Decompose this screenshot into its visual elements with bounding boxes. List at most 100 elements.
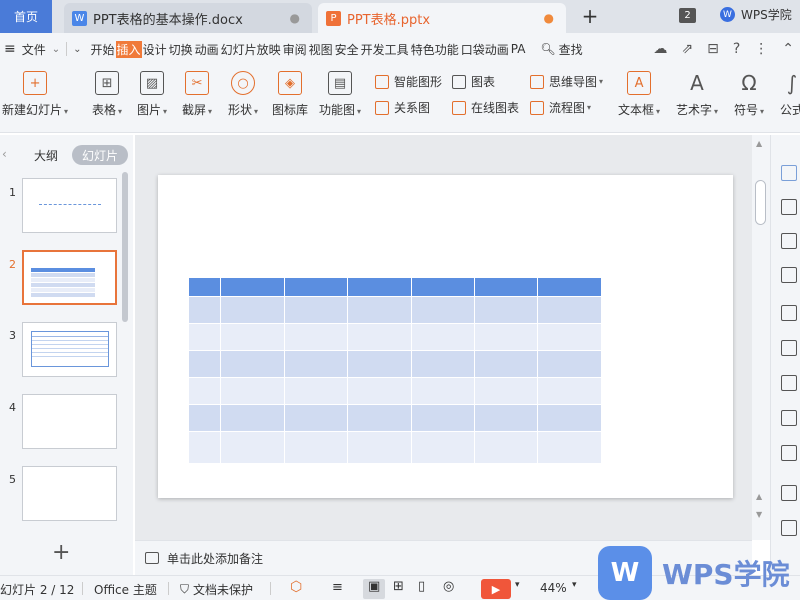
tab-modified-dot-icon[interactable]: ● [544,11,554,25]
table-cell[interactable] [411,349,476,377]
protection-status[interactable]: ⛉ 文档未保护 [180,581,253,598]
play-options-chevron-icon[interactable]: ▾ [515,580,520,590]
theme-name[interactable]: Office 主题 [94,581,157,598]
normal-view-icon[interactable]: ▣ [368,579,380,594]
table-cell[interactable] [347,322,412,350]
table-cell[interactable] [347,376,412,404]
table-cell[interactable] [537,430,602,463]
table-cell[interactable] [284,295,349,323]
table-header-cell[interactable] [189,278,222,296]
slide-thumbnail-1[interactable] [22,178,117,233]
canvas-vertical-scrollbar[interactable]: ▲ ▲ ▼ [752,135,770,540]
screenshot-button[interactable]: ✂ 截屏 ▾ [182,71,212,118]
table-header-cell[interactable] [411,278,476,296]
online-chart-button[interactable]: 在线图表 [452,99,519,116]
tab-1[interactable]: 插入 [115,40,142,58]
table-cell[interactable] [284,349,349,377]
shape-button[interactable]: ○ 形状 ▾ [228,71,258,118]
tab-unsaved-dot-icon[interactable]: ● [290,11,300,25]
collapse-panel-icon[interactable]: ‹ [2,147,7,161]
tab-12[interactable]: PA [510,42,527,56]
chart-icon[interactable] [781,305,797,321]
slide-thumbnail-4[interactable] [22,394,117,449]
tab-slides[interactable]: 幻灯片 [72,145,128,165]
formula-button[interactable]: ∫ 公式 [780,71,800,118]
collaborate-icon[interactable]: ⊟ [707,41,719,57]
table-cell[interactable] [474,376,539,404]
search-menu[interactable]: 🔍︎ 查找 [540,41,582,58]
table-cell[interactable] [189,295,222,323]
table-cell[interactable] [284,430,349,463]
home-tab[interactable]: 首页 [0,0,52,33]
file-menu[interactable]: ≡ 文件 ⌄ [0,41,60,58]
flow-chart-button[interactable]: 流程图 ▾ [530,99,591,116]
table-style-icon[interactable] [781,233,797,249]
slide-table[interactable] [189,278,602,463]
play-slideshow-button[interactable]: ▶ [481,579,511,599]
table-cell[interactable] [537,322,602,350]
tab-0[interactable]: 开始 [90,41,116,58]
relation-chart-button[interactable]: 关系图 [375,99,430,116]
window-count-badge[interactable]: 2 [679,8,696,23]
tab-5[interactable]: 幻灯片放映 [220,41,282,58]
table-cell[interactable] [411,322,476,350]
zoom-chevron-icon[interactable]: ▾ [572,580,577,590]
wps-academy-account[interactable]: W WPS学院 [720,6,792,23]
table-cell[interactable] [537,349,602,377]
zoom-level[interactable]: 44% [540,581,567,595]
table-cell[interactable] [220,403,285,431]
help-icon[interactable]: ? [733,41,740,57]
table-button[interactable]: ⊞ 表格 ▾ [92,71,122,118]
more-icon[interactable]: ⋮ [754,41,768,57]
image-icon[interactable] [781,485,797,501]
table-cell[interactable] [347,403,412,431]
notes-toggle-icon[interactable]: ≡ [332,580,343,595]
tab-11[interactable]: 口袋动画 [460,41,510,58]
tab-10[interactable]: 特色功能 [410,41,460,58]
export-icon[interactable] [781,410,797,426]
function-chart-button[interactable]: ▤ 功能图 ▾ [319,71,361,118]
table-header-cell[interactable] [474,278,539,296]
tab-4[interactable]: 动画 [194,41,220,58]
table-cell[interactable] [284,322,349,350]
table-cell[interactable] [347,295,412,323]
chart-button[interactable]: 图表 [452,73,495,90]
reading-view-icon[interactable]: ▯ [418,579,425,594]
table-cell[interactable] [474,295,539,323]
table-cell[interactable] [220,376,285,404]
table-header-cell[interactable] [347,278,412,296]
table-header-cell[interactable] [220,278,285,296]
expand-menu-icon[interactable]: ⌄ [73,44,81,55]
tab-3[interactable]: 切换 [168,41,194,58]
tab-docx[interactable]: W PPT表格的基本操作.docx ● [64,3,312,33]
tab-2[interactable]: 设计 [142,41,168,58]
table-cell[interactable] [189,403,222,431]
table-cell[interactable] [347,349,412,377]
symbol-button[interactable]: Ω 符号 ▾ [734,71,764,118]
slide-thumbnail-5[interactable] [22,466,117,521]
new-tab-plus-icon[interactable]: + [578,4,602,28]
add-slide-plus-icon[interactable]: + [52,540,70,565]
table-cell[interactable] [537,376,602,404]
table-header-cell[interactable] [537,278,602,296]
table-cell[interactable] [411,430,476,463]
table-cell[interactable] [189,322,222,350]
cloud-sync-icon[interactable]: ☁ [653,41,667,57]
settings-sliders-icon[interactable] [781,340,797,356]
page-up-icon[interactable]: ▲ [756,492,762,501]
tab-pptx[interactable]: P PPT表格.pptx ● [318,3,566,33]
gallery-icon[interactable] [781,375,797,391]
format-panel-icon[interactable] [781,165,797,181]
table-cell[interactable] [189,376,222,404]
table-cell[interactable] [347,430,412,463]
page-down-icon[interactable]: ▼ [756,510,762,519]
collapse-ribbon-icon[interactable]: ⌃ [782,41,794,57]
table-cell[interactable] [220,295,285,323]
smart-graphic-button[interactable]: 智能图形 [375,73,442,90]
table-cell[interactable] [189,430,222,463]
table-cell[interactable] [284,403,349,431]
table-cell[interactable] [220,430,285,463]
table-cell[interactable] [411,295,476,323]
slide-thumbnail-2[interactable] [22,250,117,305]
tab-9[interactable]: 开发工具 [360,41,410,58]
